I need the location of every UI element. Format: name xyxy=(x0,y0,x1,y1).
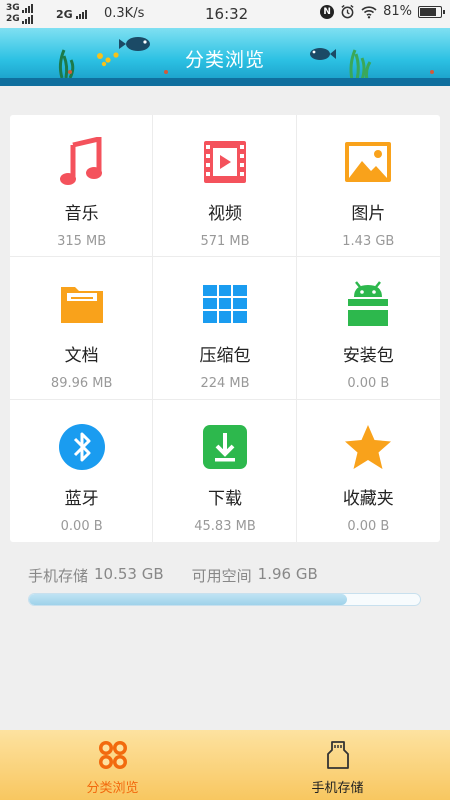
phone-storage-icon xyxy=(326,741,349,769)
battery-icon xyxy=(418,5,445,18)
download-icon xyxy=(200,422,250,472)
tab-label: 分类浏览 xyxy=(86,781,139,796)
signal-icon xyxy=(75,10,87,19)
image-icon xyxy=(343,137,393,187)
tab-phone-storage[interactable]: 手机存储 xyxy=(225,730,450,800)
category-label: 文档 xyxy=(64,346,99,367)
category-size: 45.83 MB xyxy=(194,518,256,534)
category-size: 89.96 MB xyxy=(50,376,113,392)
category-size: 571 MB xyxy=(200,234,250,249)
status-bar: 3G 2G 2G 0.3K/s 16:32 N 81% xyxy=(0,0,450,28)
network-type-secondary: 2G xyxy=(56,8,73,21)
category-label: 安装包 xyxy=(342,346,394,367)
bluetooth-icon xyxy=(57,422,107,472)
category-documents[interactable]: 文档 89.96 MB xyxy=(10,257,154,400)
folder-icon xyxy=(57,279,107,329)
nfc-icon: N xyxy=(320,4,335,19)
header-strip xyxy=(0,78,450,86)
category-label: 音乐 xyxy=(64,204,99,224)
available-label: 可用空间 xyxy=(191,567,252,585)
category-size: 224 MB xyxy=(200,376,250,392)
battery-percent: 81% xyxy=(383,4,412,19)
secondary-network: 2G xyxy=(56,8,87,21)
category-size: 0.00 B xyxy=(60,518,103,534)
storage-total: 10.53 GB xyxy=(94,565,164,583)
category-favorites[interactable]: 收藏夹 0.00 B xyxy=(297,400,440,542)
network-speed: 0.3K/s xyxy=(104,6,145,21)
category-packages[interactable]: 安装包 0.00 B xyxy=(296,257,441,400)
alarm-icon xyxy=(341,4,354,19)
tab-category-browse[interactable]: 分类浏览 xyxy=(0,730,225,800)
category-label: 蓝牙 xyxy=(64,488,99,509)
category-size: 0.00 B xyxy=(347,518,390,534)
star-icon xyxy=(343,422,393,472)
category-grid: 音乐 315 MB 视频 571 MB 图片 1.43 GB 文档 89.96 … xyxy=(10,115,441,543)
storage-progress-bar xyxy=(28,593,421,606)
storage-label: 手机存储 xyxy=(28,567,89,585)
category-label: 视频 xyxy=(207,204,242,224)
wifi-icon xyxy=(361,5,377,18)
category-size: 0.00 B xyxy=(347,376,390,392)
storage-summary: 手机存储 10.53 GB 可用空间 1.96 GB xyxy=(28,565,318,586)
clock: 16:32 xyxy=(205,5,249,23)
category-label: 下载 xyxy=(207,488,242,509)
category-downloads[interactable]: 下载 45.83 MB xyxy=(153,399,297,543)
category-music[interactable]: 音乐 315 MB xyxy=(10,115,154,258)
category-size: 315 MB xyxy=(57,234,107,249)
signal-icon xyxy=(21,15,33,24)
header: 分类浏览 xyxy=(0,28,450,86)
android-package-icon xyxy=(343,279,393,329)
category-label: 压缩包 xyxy=(199,346,251,367)
network-type-bottom: 2G xyxy=(6,14,20,24)
storage-available: 1.96 GB xyxy=(257,565,318,583)
category-label: 图片 xyxy=(351,204,386,224)
category-size: 1.43 GB xyxy=(342,234,395,249)
category-bluetooth[interactable]: 蓝牙 0.00 B xyxy=(10,399,154,543)
bottom-nav: 分类浏览 手机存储 xyxy=(0,730,450,800)
page-title: 分类浏览 xyxy=(184,49,265,71)
category-video[interactable]: 视频 571 MB xyxy=(153,115,297,258)
tab-label: 手机存储 xyxy=(311,781,364,796)
network-indicator: 3G 2G xyxy=(6,3,33,25)
category-archives[interactable]: 压缩包 224 MB xyxy=(153,257,297,400)
video-icon xyxy=(200,137,250,187)
network-type-top: 3G xyxy=(6,3,20,13)
storage-progress-fill xyxy=(29,594,348,605)
music-note-icon xyxy=(57,137,107,187)
category-images[interactable]: 图片 1.43 GB xyxy=(296,115,441,258)
category-label: 收藏夹 xyxy=(342,488,394,509)
archive-icon xyxy=(200,279,250,329)
category-grid-icon xyxy=(98,741,127,769)
signal-icon xyxy=(21,4,33,13)
